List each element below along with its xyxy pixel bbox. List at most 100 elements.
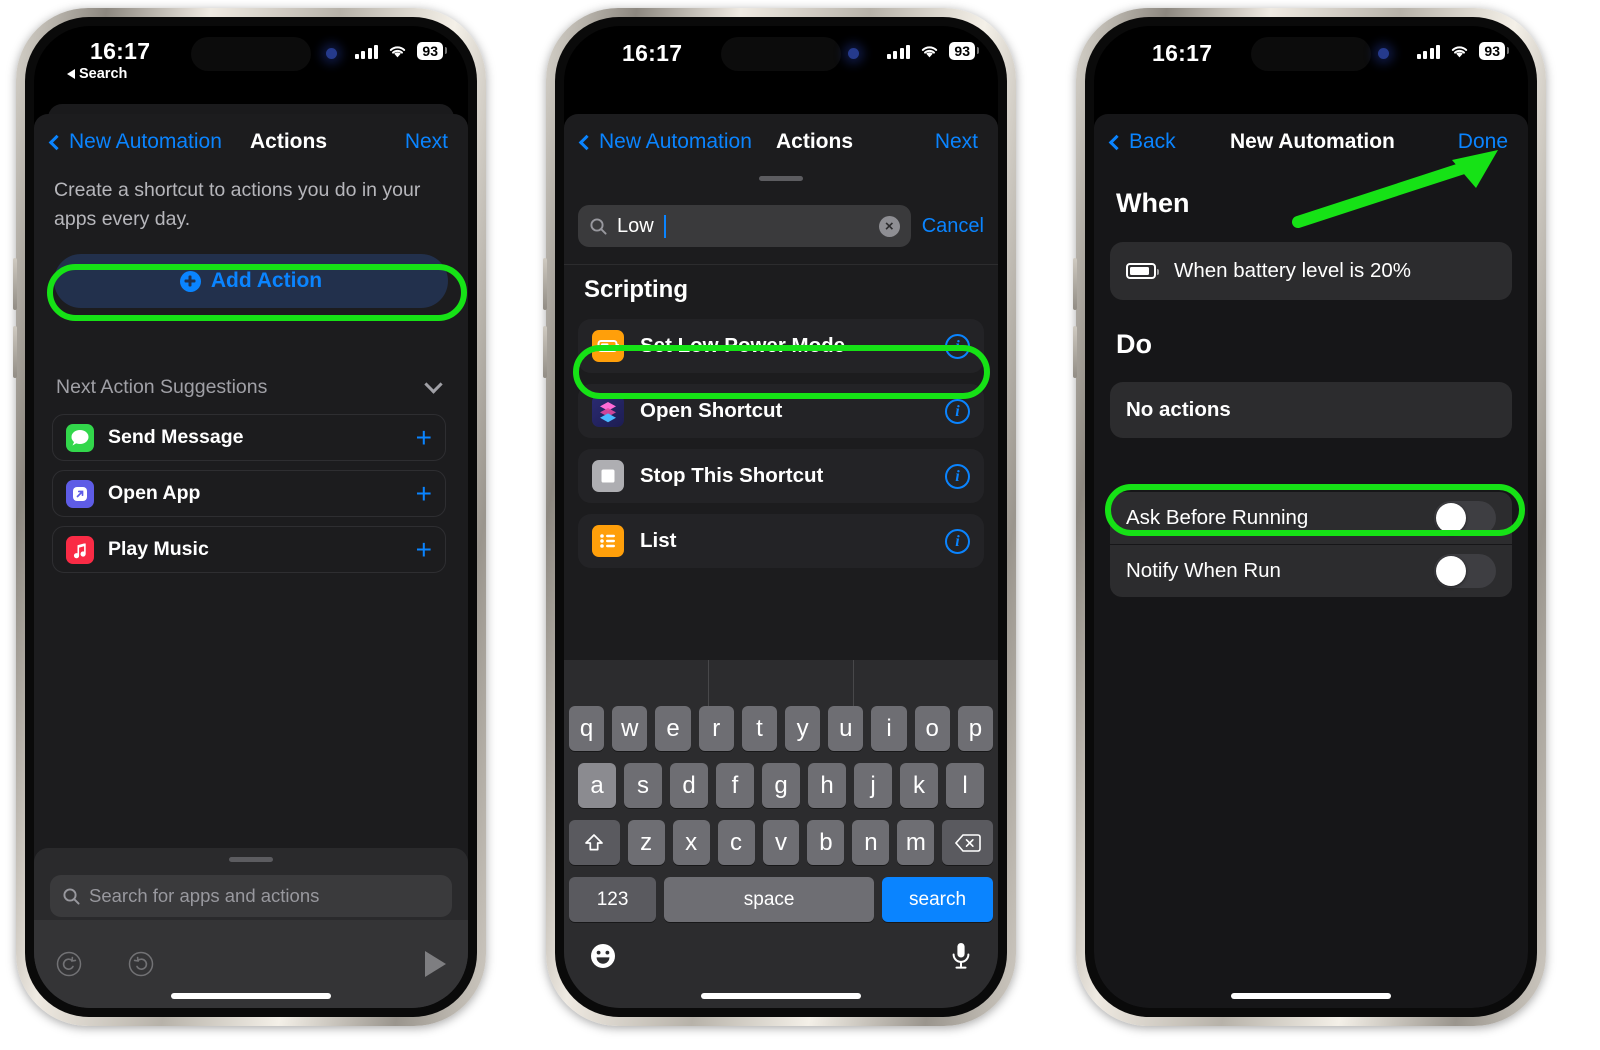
key-g[interactable]: g bbox=[762, 763, 800, 808]
search-input[interactable]: Low × bbox=[578, 205, 911, 247]
undo-icon[interactable] bbox=[56, 951, 82, 977]
phone2-page-title: Actions bbox=[776, 130, 854, 153]
cellular-bars-icon bbox=[1416, 44, 1441, 59]
phone1-next-button[interactable]: Next bbox=[405, 130, 448, 154]
info-button[interactable]: i bbox=[945, 463, 970, 489]
list-item-label: Stop This Shortcut bbox=[640, 464, 824, 487]
key-c[interactable]: c bbox=[717, 820, 755, 865]
ask-before-running-row[interactable]: Ask Before Running bbox=[1110, 492, 1512, 544]
suggestions-header-label: Next Action Suggestions bbox=[56, 376, 268, 398]
keyboard-row-2: a s d f g h j k l bbox=[564, 763, 998, 808]
list-item[interactable]: Send Message + bbox=[52, 414, 446, 461]
key-y[interactable]: y bbox=[785, 706, 821, 751]
open-app-icon bbox=[66, 479, 94, 508]
key-q[interactable]: q bbox=[568, 706, 605, 751]
key-o[interactable]: o bbox=[914, 706, 950, 751]
key-k[interactable]: k bbox=[900, 763, 938, 808]
info-button[interactable]: i bbox=[945, 528, 970, 554]
key-w[interactable]: w bbox=[612, 706, 648, 751]
stop-icon bbox=[592, 460, 624, 492]
key-d[interactable]: d bbox=[670, 763, 708, 808]
add-action-label: Add Action bbox=[210, 269, 323, 292]
info-button[interactable]: i bbox=[945, 333, 970, 359]
key-p[interactable]: p bbox=[957, 706, 994, 751]
key-r[interactable]: r bbox=[698, 706, 734, 751]
key-a[interactable]: a bbox=[578, 763, 616, 808]
add-action-button[interactable]: Add Action bbox=[54, 254, 448, 308]
key-m[interactable]: m bbox=[897, 820, 935, 865]
key-n[interactable]: n bbox=[852, 820, 890, 865]
shortcuts-app-icon bbox=[592, 395, 624, 427]
phone1-page-title: Actions bbox=[250, 130, 328, 153]
privacy-indicator-icon bbox=[326, 48, 337, 59]
key-f[interactable]: f bbox=[716, 763, 754, 808]
search-return-key[interactable]: search bbox=[882, 877, 993, 922]
list-item-label: Send Message bbox=[108, 426, 244, 448]
search-apps-actions-field[interactable]: Search for apps and actions bbox=[50, 875, 452, 917]
wifi-icon bbox=[390, 46, 406, 58]
numbers-key[interactable]: 123 bbox=[569, 877, 657, 922]
key-x[interactable]: x bbox=[672, 820, 710, 865]
shift-icon[interactable] bbox=[569, 820, 620, 865]
key-i[interactable]: i bbox=[871, 706, 907, 751]
phone3-back-button[interactable]: Back bbox=[1108, 130, 1176, 154]
list-item[interactable]: Play Music + bbox=[52, 526, 446, 573]
ask-before-running-toggle[interactable] bbox=[1434, 501, 1496, 535]
phone2-next-button[interactable]: Next bbox=[935, 130, 978, 154]
low-power-mode-icon bbox=[592, 330, 624, 362]
notify-when-run-row[interactable]: Notify When Run bbox=[1110, 545, 1512, 597]
do-section-header: Do bbox=[1116, 329, 1152, 359]
search-icon bbox=[63, 887, 80, 905]
key-v[interactable]: v bbox=[762, 820, 800, 865]
status-back-to-search[interactable]: Search bbox=[67, 66, 127, 82]
trigger-row[interactable]: When battery level is 20% bbox=[1110, 242, 1512, 300]
list-item[interactable]: Stop This Shortcut i bbox=[578, 449, 984, 503]
phone1-sheet: New Automation Actions Next Create a sho… bbox=[34, 114, 468, 1008]
list-item[interactable]: Open Shortcut i bbox=[578, 384, 984, 438]
phone1-volume-down bbox=[13, 326, 17, 378]
phone1-back-button[interactable]: New Automation bbox=[48, 130, 222, 154]
clear-search-button[interactable]: × bbox=[878, 215, 900, 237]
list-item-label: Open App bbox=[108, 482, 201, 504]
phone-1: 16:17 Search 93 New Automation Actions N… bbox=[13, 8, 486, 1026]
status-back-label: Search bbox=[79, 66, 128, 82]
key-u[interactable]: u bbox=[828, 706, 864, 751]
no-actions-row: No actions bbox=[1110, 382, 1512, 438]
sheet-grabber[interactable] bbox=[229, 857, 273, 862]
wifi-icon bbox=[922, 46, 938, 58]
status-time: 16:17 bbox=[90, 38, 151, 64]
list-item[interactable]: Set Low Power Mode i bbox=[578, 319, 984, 373]
key-z[interactable]: z bbox=[627, 820, 665, 865]
notify-when-run-toggle[interactable] bbox=[1434, 554, 1496, 588]
key-j[interactable]: j bbox=[854, 763, 892, 808]
next-action-suggestions-header[interactable]: Next Action Suggestions bbox=[56, 375, 448, 399]
phone2-back-label: New Automation bbox=[599, 130, 752, 153]
space-key[interactable]: space bbox=[664, 877, 875, 922]
add-suggestion-button[interactable]: + bbox=[416, 479, 432, 507]
when-section-header: When bbox=[1116, 188, 1190, 218]
phone2-back-button[interactable]: New Automation bbox=[578, 130, 752, 154]
add-suggestion-button[interactable]: + bbox=[416, 423, 432, 451]
redo-icon[interactable] bbox=[128, 951, 154, 977]
dynamic-island bbox=[1251, 37, 1371, 71]
info-button[interactable]: i bbox=[945, 398, 970, 424]
add-suggestion-button[interactable]: + bbox=[416, 535, 432, 563]
chevron-down-icon[interactable] bbox=[424, 375, 443, 394]
list-item-label: Open Shortcut bbox=[640, 399, 783, 422]
play-icon[interactable] bbox=[425, 951, 446, 977]
key-t[interactable]: t bbox=[741, 706, 777, 751]
key-h[interactable]: h bbox=[808, 763, 846, 808]
key-e[interactable]: e bbox=[655, 706, 691, 751]
key-l[interactable]: l bbox=[946, 763, 984, 808]
key-b[interactable]: b bbox=[807, 820, 845, 865]
list-item[interactable]: List i bbox=[578, 514, 984, 568]
microphone-icon[interactable] bbox=[948, 940, 974, 972]
cancel-search-button[interactable]: Cancel bbox=[922, 215, 984, 238]
backspace-icon[interactable] bbox=[942, 820, 993, 865]
list-item[interactable]: Open App + bbox=[52, 470, 446, 517]
key-s[interactable]: s bbox=[624, 763, 662, 808]
sheet-grabber[interactable] bbox=[759, 176, 803, 181]
emoji-icon[interactable] bbox=[588, 941, 618, 971]
status-time: 16:17 bbox=[622, 40, 683, 66]
status-indicators: 93 bbox=[886, 42, 979, 60]
